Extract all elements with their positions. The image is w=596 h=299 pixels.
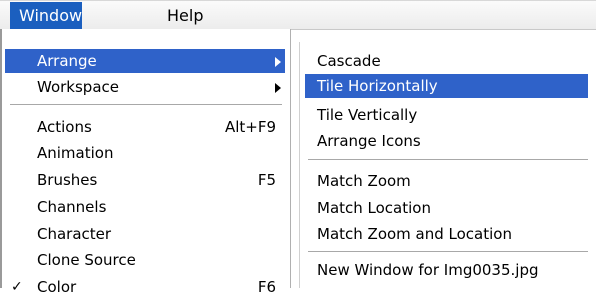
menu-item-label: Color bbox=[37, 278, 77, 296]
menu-item-channels[interactable]: Channels bbox=[5, 195, 285, 219]
arrange-submenu: Cascade Tile Horizontally Tile Verticall… bbox=[299, 42, 596, 288]
submenu-item-cascade[interactable]: Cascade bbox=[305, 49, 588, 73]
menu-item-clone-source[interactable]: Clone Source bbox=[5, 248, 285, 272]
menu-item-workspace[interactable]: Workspace bbox=[5, 75, 285, 99]
submenu-item-arrange-icons[interactable]: Arrange Icons bbox=[305, 129, 588, 153]
menu-item-label: Match Zoom bbox=[317, 172, 411, 190]
menu-item-label: Match Location bbox=[317, 199, 431, 217]
menu-item-brushes[interactable]: Brushes F5 bbox=[5, 168, 285, 192]
menu-bar: Window Help bbox=[0, 0, 596, 30]
menu-item-label: Actions bbox=[37, 118, 92, 136]
menu-item-label: New Window for Img0035.jpg bbox=[317, 261, 539, 279]
menu-item-shortcut: F6 bbox=[257, 278, 276, 296]
checkmark-icon: ✓ bbox=[11, 279, 23, 295]
chevron-right-icon bbox=[275, 57, 281, 67]
menu-separator bbox=[10, 104, 282, 106]
menu-item-label: Brushes bbox=[37, 171, 98, 189]
menu-item-label: Tile Vertically bbox=[317, 106, 418, 124]
menu-item-label: Arrange bbox=[37, 52, 97, 70]
menu-item-animation[interactable]: Animation bbox=[5, 141, 285, 165]
menu-item-shortcut: F5 bbox=[257, 171, 276, 189]
menu-item-label: Channels bbox=[37, 198, 107, 216]
menu-item-actions[interactable]: Actions Alt+F9 bbox=[5, 115, 285, 139]
menu-item-arrange[interactable]: Arrange bbox=[5, 49, 285, 73]
menu-separator bbox=[308, 251, 588, 253]
menu-item-character[interactable]: Character bbox=[5, 222, 285, 246]
menu-item-color[interactable]: ✓ Color F6 bbox=[5, 275, 285, 299]
menubar-help[interactable]: Help bbox=[158, 2, 212, 29]
menu-item-label: Tile Horizontally bbox=[317, 77, 438, 95]
menu-item-shortcut: Alt+F9 bbox=[224, 118, 276, 136]
menubar-window[interactable]: Window bbox=[10, 2, 82, 29]
window-menu: Arrange Workspace Actions Alt+F9 Animati… bbox=[0, 29, 291, 296]
menu-item-label: Animation bbox=[37, 144, 114, 162]
menu-item-label: Character bbox=[37, 225, 112, 243]
menu-item-label: Match Zoom and Location bbox=[317, 225, 512, 243]
menu-item-label: Cascade bbox=[317, 52, 381, 70]
submenu-item-new-window[interactable]: New Window for Img0035.jpg bbox=[305, 258, 588, 282]
submenu-item-tile-horizontally[interactable]: Tile Horizontally bbox=[305, 74, 588, 98]
menu-separator bbox=[308, 159, 588, 161]
menu-item-label: Clone Source bbox=[37, 251, 136, 269]
menu-item-label: Workspace bbox=[37, 78, 119, 96]
submenu-item-match-zoom[interactable]: Match Zoom bbox=[305, 169, 588, 193]
submenu-item-match-location[interactable]: Match Location bbox=[305, 196, 588, 220]
menu-item-label: Arrange Icons bbox=[317, 132, 421, 150]
submenu-item-match-zoom-and-location[interactable]: Match Zoom and Location bbox=[305, 222, 588, 246]
chevron-right-icon bbox=[275, 83, 281, 93]
submenu-item-tile-vertically[interactable]: Tile Vertically bbox=[305, 103, 588, 127]
